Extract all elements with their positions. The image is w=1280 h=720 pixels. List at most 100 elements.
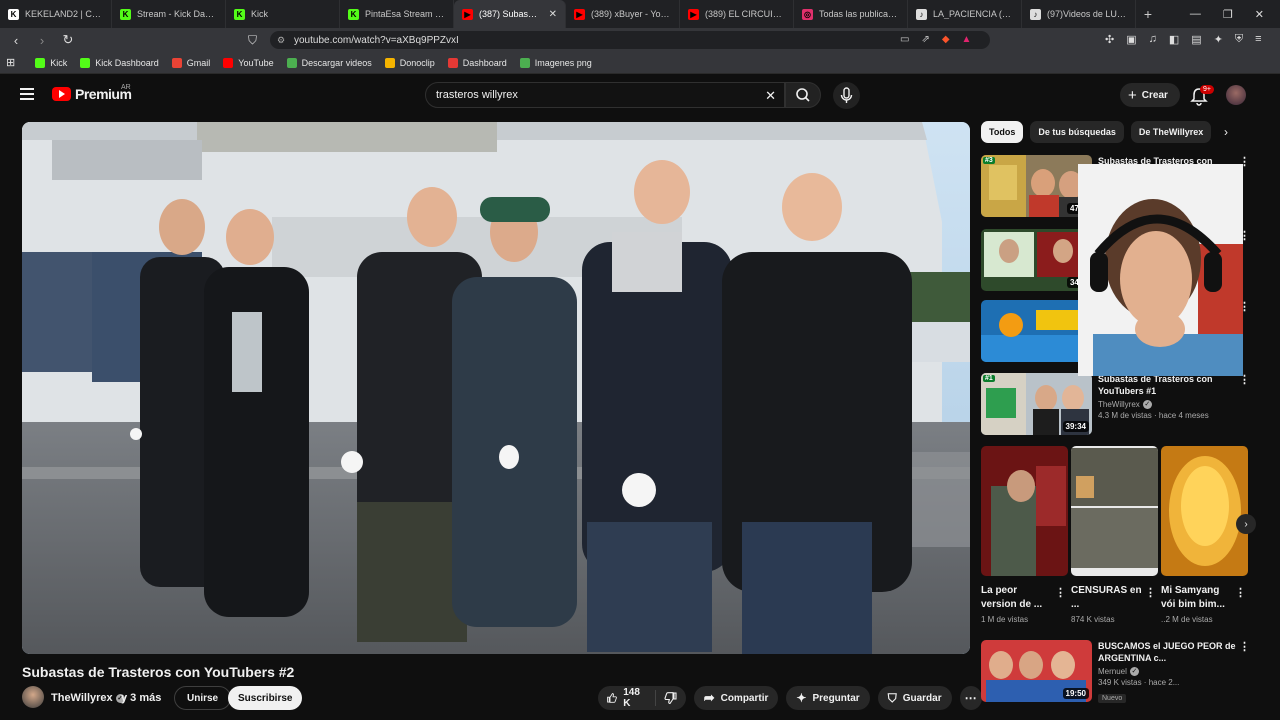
short-thumbnail[interactable] [981, 446, 1068, 576]
mic-icon [840, 87, 853, 103]
chip-all[interactable]: Todos [981, 121, 1024, 143]
bookmark-favicon-icon [223, 57, 234, 68]
leo-icon[interactable]: ✦ [1214, 33, 1223, 46]
rewards-icon[interactable]: ▲ [962, 34, 972, 45]
tab-title: Kick [251, 9, 269, 19]
like-button[interactable]: 148 K [598, 687, 656, 709]
rec-channel-name: Mernuel [1098, 667, 1127, 676]
clear-search-icon[interactable]: ✕ [765, 88, 776, 104]
search-button[interactable] [785, 82, 821, 108]
recommended-video[interactable]: #1 39:34 Subastas de Trasteros con YouTu… [981, 373, 1250, 437]
chip-from-channel[interactable]: De TheWillyrex [1130, 121, 1212, 143]
video-thumbnail[interactable]: 19:50 [981, 640, 1092, 702]
share-page-icon[interactable]: ⇗ [921, 34, 929, 45]
more-options-icon[interactable]: ⋮ [1235, 586, 1246, 599]
more-options-icon[interactable]: ⋮ [1239, 640, 1250, 653]
rec-channel[interactable]: TheWillyrex ✓ [1098, 400, 1236, 409]
tab-title: KEKELAND2 | Consola [25, 9, 103, 19]
short-thumbnail[interactable] [1071, 446, 1158, 576]
ask-button[interactable]: ✦ Preguntar [786, 686, 870, 710]
wallet-icon[interactable]: ▤ [1191, 33, 1201, 46]
browser-tab[interactable]: ▶ (387) Subastas ✕ [454, 0, 566, 28]
more-actions-button[interactable]: ⋯ [959, 686, 982, 710]
vpn-icon[interactable]: ⛨ [1235, 33, 1243, 46]
bookmark-item[interactable]: Donoclip [384, 57, 435, 68]
close-tab-icon[interactable]: ✕ [549, 9, 557, 20]
account-avatar[interactable] [1226, 85, 1246, 105]
join-button[interactable]: Unirse [174, 686, 232, 710]
menu-icon[interactable]: ≡ [1255, 33, 1261, 46]
browser-tab[interactable]: K Stream - Kick Dashboa [112, 0, 226, 28]
tab-favicon-icon: ♪ [1030, 8, 1041, 20]
browser-tab[interactable]: K PintaEsa Stream - W [340, 0, 454, 28]
rec-channel[interactable]: Mernuel ✓ [1098, 667, 1236, 676]
short-item[interactable]: Mi Samyang vói bim bim... ..2 M de vista… [1161, 446, 1248, 624]
channel-collaborators[interactable]: y 3 más [121, 692, 161, 704]
dislike-button[interactable] [656, 691, 686, 705]
close-window-icon[interactable]: ✕ [1255, 8, 1264, 21]
short-item[interactable]: La peor version de ... 1 M de vistas ⋮ [981, 446, 1068, 624]
extensions-icon[interactable]: ✣ [1105, 33, 1114, 46]
bookmark-item[interactable]: Imagenes png [519, 57, 592, 68]
bookmark-item[interactable]: Kick [35, 57, 67, 68]
minimize-icon[interactable]: — [1190, 8, 1201, 21]
share-button[interactable]: ➦ Compartir [693, 686, 779, 710]
channel-avatar[interactable] [22, 686, 44, 708]
save-button[interactable]: ⛉ Guardar [877, 686, 952, 710]
bookmark-item[interactable]: Descargar videos [286, 57, 372, 68]
video-thumbnail[interactable]: #3 47:.. [981, 155, 1092, 217]
channel-name-text: TheWillyrex [51, 692, 113, 704]
hamburger-menu-icon[interactable] [20, 88, 34, 100]
brave-shield-icon[interactable]: ◆ [942, 34, 950, 45]
browser-tab[interactable]: ▶ (389) EL CIRCUITO DE [680, 0, 794, 28]
youtube-logo[interactable]: Premium AR [52, 84, 132, 102]
site-info-icon[interactable]: ⚙ [277, 35, 285, 46]
recommended-video[interactable]: 19:50 BUSCAMOS el JUEGO PEOR de ARGENTIN… [981, 640, 1250, 704]
screen-icon[interactable]: ▭ [900, 34, 909, 45]
search-input[interactable]: trasteros willyrex ✕ [425, 82, 785, 108]
create-button[interactable]: + Crear [1120, 83, 1180, 107]
video-player[interactable] [22, 122, 970, 654]
rec-meta: 349 K vistas · hace 2... [1098, 678, 1180, 687]
video-thumbnail[interactable]: 34:.. [981, 229, 1092, 291]
restore-icon[interactable]: ❐ [1223, 8, 1233, 21]
address-bar-row: ‹ › ↻ ⛉ ⚙ youtube.com/watch?v=aXBq9PPZvx… [0, 28, 1280, 52]
browser-tab[interactable]: ♪ (97)Videos de LUIS DE [1022, 0, 1136, 28]
reader-icon[interactable]: ▣ [1126, 33, 1136, 46]
music-icon[interactable]: ♫ [1149, 33, 1157, 46]
more-options-icon[interactable]: ⋮ [1145, 586, 1156, 599]
video-thumbnail[interactable]: #1 39:34 [981, 373, 1092, 435]
bookmark-item[interactable]: YouTube [223, 57, 274, 68]
subscribe-button[interactable]: Suscribirse [228, 686, 303, 710]
chip-from-searches[interactable]: De tus búsquedas [1030, 121, 1124, 143]
browser-tab[interactable]: ◎ Todas las publicaciones [794, 0, 908, 28]
browser-tab[interactable]: ♪ LA_PACIENCIA (@la_p [908, 0, 1022, 28]
bookmark-item[interactable]: Gmail [171, 57, 210, 68]
chips-next-icon[interactable]: › [1224, 125, 1228, 139]
reload-icon[interactable]: ↻ [58, 32, 78, 48]
channel-name[interactable]: TheWillyrex ✓ [51, 692, 125, 704]
browser-tab[interactable]: K Kick [226, 0, 340, 28]
short-item[interactable]: CENSURAS en ... 874 K vistas ⋮ [1071, 446, 1158, 624]
apps-grid-icon[interactable]: ⊞ [6, 56, 15, 69]
bookmark-item[interactable]: Dashboard [447, 57, 507, 68]
shorts-next-icon[interactable]: › [1236, 514, 1256, 534]
short-thumbnail[interactable] [1161, 446, 1248, 576]
new-tab-button[interactable]: + [1136, 6, 1160, 22]
browser-tab-bar: K KEKELAND2 | Consola K Stream - Kick Dashb… [0, 0, 1280, 28]
video-thumbnail[interactable] [981, 300, 1092, 362]
sidebar-icon[interactable]: ◧ [1169, 33, 1179, 46]
bookmark-item[interactable]: Kick Dashboard [80, 57, 159, 68]
browser-tab[interactable]: ▶ (389) xBuyer - YouTube [566, 0, 680, 28]
url-field[interactable]: ⚙ youtube.com/watch?v=aXBq9PPZvxI [270, 31, 990, 49]
tab-favicon-icon: ▶ [462, 8, 473, 20]
tab-favicon-icon: K [234, 8, 245, 20]
sparkle-icon: ✦ [796, 691, 807, 705]
bookmark-icon[interactable]: ⛉ [248, 33, 257, 48]
tab-title: LA_PACIENCIA (@la_p [933, 9, 1013, 19]
more-options-icon[interactable]: ⋮ [1055, 586, 1066, 599]
browser-tab[interactable]: K KEKELAND2 | Consola [0, 0, 112, 28]
voice-search-button[interactable] [833, 82, 860, 109]
forward-icon[interactable]: › [32, 33, 52, 48]
back-icon[interactable]: ‹ [6, 33, 26, 48]
